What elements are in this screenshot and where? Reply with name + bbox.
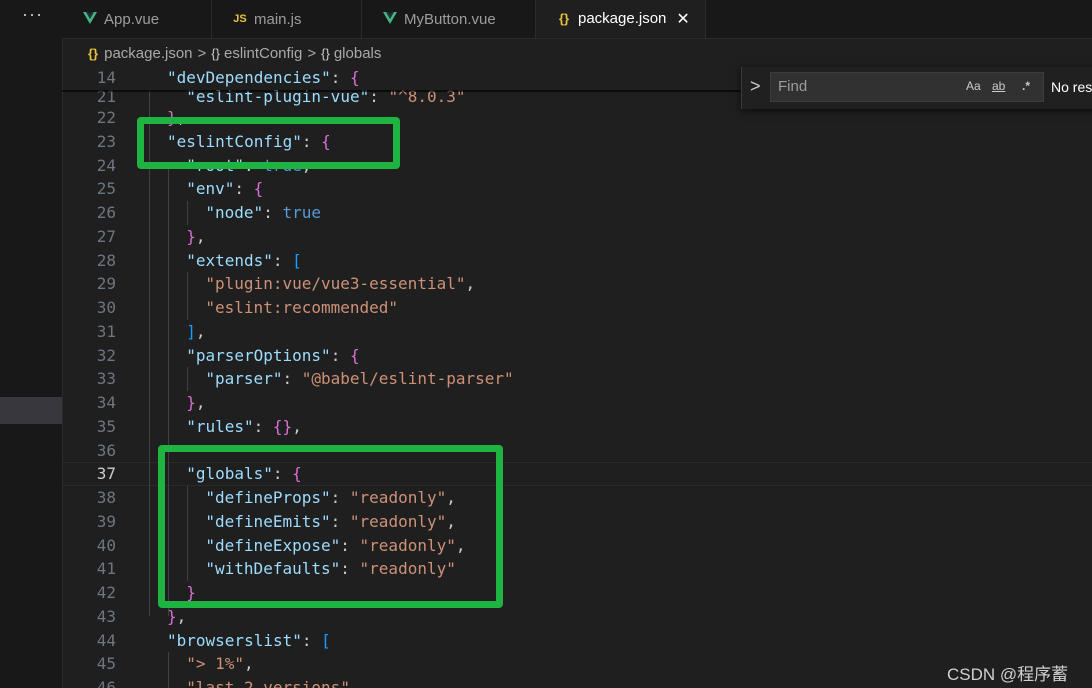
code-line[interactable]: 45 "> 1%", — [62, 652, 1092, 676]
tab-label: package.json — [578, 10, 667, 27]
tab-label: main.js — [254, 10, 302, 28]
object-icon: {} — [321, 45, 330, 61]
code-text: ], — [186, 322, 206, 341]
code-text: "node": true — [205, 203, 321, 222]
chevron-right-icon: > — [307, 44, 317, 62]
toggle-replace-chevron-icon[interactable]: > — [750, 76, 761, 97]
code-text: "browserslist": [ — [167, 631, 331, 650]
regex-icon[interactable]: .* — [1022, 79, 1030, 93]
code-line[interactable]: 43}, — [62, 605, 1092, 629]
line-number: 43 — [96, 607, 116, 626]
line-number: 39 — [96, 512, 116, 531]
code-text: }, — [186, 227, 206, 246]
line-number: 22 — [96, 108, 116, 127]
line-number: 31 — [96, 322, 116, 341]
vue-icon — [82, 11, 98, 28]
line-number: 24 — [96, 156, 116, 175]
code-text: "env": { — [186, 179, 264, 198]
code-line[interactable]: 34}, — [62, 391, 1092, 415]
code-line[interactable]: 30 "eslint:recommended" — [62, 296, 1092, 320]
indent-guide — [168, 652, 169, 688]
code-line[interactable]: 28 "extends": [ — [62, 249, 1092, 273]
line-number: 40 — [96, 536, 116, 555]
code-line[interactable]: 25 "env": { — [62, 177, 1092, 201]
code-line[interactable]: 29 "plugin:vue/vue3-essential", — [62, 272, 1092, 296]
code-line[interactable]: 27}, — [62, 225, 1092, 249]
line-number: 41 — [96, 559, 116, 578]
left-panel-strip: ··· — [0, 0, 63, 688]
tab-main-js[interactable]: JS main.js — [212, 0, 362, 38]
code-text: "rules": {}, — [186, 417, 302, 436]
code-text: }, — [167, 607, 187, 626]
line-number: 33 — [96, 369, 116, 388]
editor-tab-bar: App.vue JS main.js MyButton.vue {} packa… — [62, 0, 1092, 39]
json-icon: {} — [558, 11, 570, 26]
tab-mybutton-vue[interactable]: MyButton.vue — [362, 0, 536, 38]
line-number: 28 — [96, 251, 116, 270]
line-number: 37 — [96, 464, 116, 483]
breadcrumb-item-eslintconfig[interactable]: eslintConfig — [224, 45, 302, 62]
sticky-scroll-divider — [62, 90, 742, 92]
line-number: 44 — [96, 631, 116, 650]
match-case-icon[interactable]: Aa — [966, 79, 981, 93]
tab-label: App.vue — [104, 10, 160, 28]
code-text: "eslint:recommended" — [205, 298, 399, 317]
object-icon: {} — [211, 45, 220, 61]
find-result-count: No res — [1051, 79, 1092, 95]
code-line[interactable]: 32 "parserOptions": { — [62, 344, 1092, 368]
more-actions-icon[interactable]: ··· — [22, 4, 43, 25]
indent-guide — [187, 367, 188, 391]
code-text: "parserOptions": { — [186, 346, 360, 365]
js-icon: JS — [233, 13, 247, 25]
highlight-box-eslintconfig — [137, 117, 400, 169]
code-text: "extends": [ — [186, 251, 302, 270]
code-line[interactable]: 35 "rules": {}, — [62, 415, 1092, 439]
line-number: 27 — [96, 227, 116, 246]
find-widget: > Find Aa ab .* No res — [741, 67, 1092, 109]
code-text: "last 2 versions" — [186, 678, 350, 688]
chevron-right-icon: > — [197, 44, 207, 62]
code-text: "> 1%", — [186, 654, 254, 673]
line-number: 29 — [96, 274, 116, 293]
line-number: 46 — [96, 678, 116, 688]
line-number: 42 — [96, 583, 116, 602]
line-number: 32 — [96, 346, 116, 365]
highlight-box-globals — [158, 445, 503, 608]
tab-label: MyButton.vue — [404, 10, 496, 28]
line-number: 23 — [96, 132, 116, 151]
breadcrumb-item-globals[interactable]: globals — [334, 45, 382, 62]
code-text: "plugin:vue/vue3-essential", — [205, 274, 476, 293]
close-icon[interactable]: ✕ — [676, 9, 689, 29]
line-number: 25 — [96, 179, 116, 198]
code-line[interactable]: 31], — [62, 320, 1092, 344]
line-number: 34 — [96, 393, 116, 412]
tab-package-json[interactable]: {} package.json ✕ — [536, 0, 706, 38]
code-line[interactable]: 26 "node": true — [62, 201, 1092, 225]
json-icon: {} — [88, 45, 99, 61]
tab-app-vue[interactable]: App.vue — [62, 0, 212, 38]
whole-word-icon[interactable]: ab — [992, 79, 1005, 93]
line-number: 35 — [96, 417, 116, 436]
line-number: 26 — [96, 203, 116, 222]
line-number: 45 — [96, 654, 116, 673]
line-number: 38 — [96, 488, 116, 507]
line-number: 30 — [96, 298, 116, 317]
selected-explorer-row[interactable] — [0, 397, 62, 424]
indent-guide — [187, 201, 188, 225]
watermark: CSDN @程序蓄 — [947, 665, 1069, 684]
code-text: "parser": "@babel/eslint-parser" — [205, 369, 514, 388]
code-line[interactable]: 44 "browserslist": [ — [62, 629, 1092, 653]
breadcrumb-item-file[interactable]: package.json — [104, 45, 192, 62]
indent-guide — [187, 272, 188, 320]
code-text: }, — [186, 393, 206, 412]
code-line[interactable]: 33 "parser": "@babel/eslint-parser" — [62, 367, 1092, 391]
vue-icon — [382, 11, 398, 28]
breadcrumb: {} package.json > {} eslintConfig > {} g… — [62, 40, 381, 66]
code-line[interactable]: 46 "last 2 versions" — [62, 676, 1092, 688]
line-number: 36 — [96, 441, 116, 460]
